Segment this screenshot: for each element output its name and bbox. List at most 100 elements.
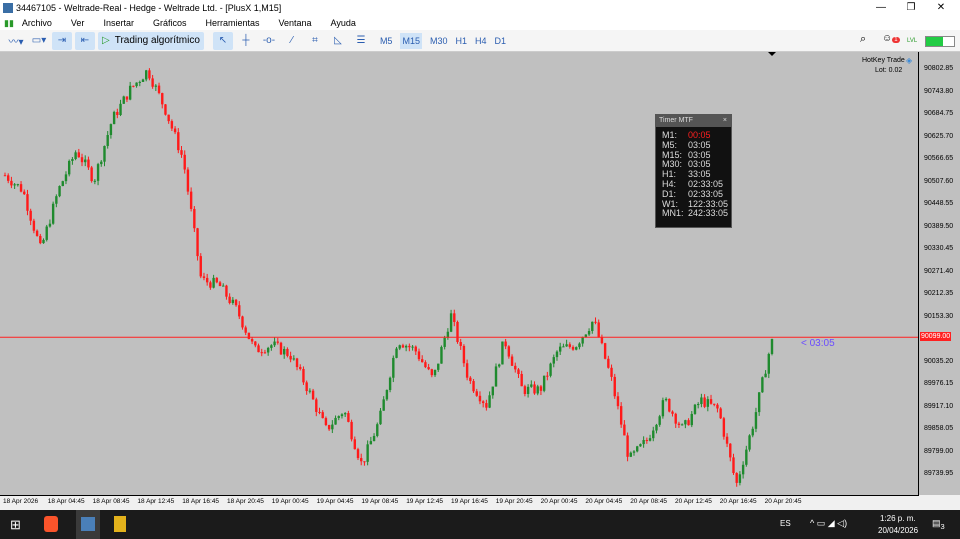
time-tick: 19 Apr 20:45: [495, 498, 533, 505]
autoscroll-icon[interactable]: ⇥: [52, 31, 72, 50]
channel-icon[interactable]: ◺: [328, 32, 348, 50]
candle-body: [234, 299, 238, 306]
candle-body: [453, 313, 456, 322]
candle-body: [443, 337, 446, 347]
candle-body: [433, 369, 437, 376]
menu-graficos[interactable]: Gráficos: [153, 18, 187, 28]
fibonacci-icon[interactable]: ☰: [351, 32, 371, 50]
menu-archivo[interactable]: Archivo: [22, 18, 52, 28]
candle-body: [594, 321, 597, 323]
candle-body: [337, 416, 340, 418]
app-taskbar-icon[interactable]: [114, 516, 126, 532]
candle-body: [289, 355, 292, 360]
candle-body: [3, 175, 7, 177]
candle-body: [145, 70, 148, 80]
price-tick: 90448.55: [924, 200, 954, 207]
price-tick: 90566.65: [924, 155, 954, 162]
candle-body: [658, 416, 661, 425]
tf-m5[interactable]: M5: [380, 36, 393, 46]
maximize-button[interactable]: ❐: [896, 0, 926, 16]
candle-body: [161, 93, 164, 105]
candle-body: [764, 373, 767, 378]
minimize-button[interactable]: —: [866, 0, 896, 16]
algo-trading-button[interactable]: ▷ Trading algorítmico: [98, 31, 204, 50]
candle-body: [597, 322, 600, 338]
menu-bar: ▮▮ Archivo Ver Insertar Gráficos Herrami…: [0, 16, 960, 30]
menu-ayuda[interactable]: Ayuda: [331, 18, 356, 28]
candle-body: [629, 452, 632, 457]
metatrader-taskbar-item[interactable]: [76, 510, 100, 539]
candle-body: [684, 420, 687, 425]
tf-h4[interactable]: H4: [475, 36, 487, 46]
candle-body: [366, 444, 369, 462]
price-tick: 89858.05: [924, 425, 954, 432]
candle-body: [61, 181, 64, 187]
connection-bar: [925, 36, 955, 47]
candle-body: [51, 203, 55, 224]
notifications-center-icon[interactable]: ▤3: [932, 518, 945, 531]
windows-start-icon[interactable]: ⊞: [10, 517, 21, 533]
candle-body: [26, 194, 29, 211]
templates-dropdown[interactable]: ▭▾: [29, 32, 49, 50]
candle-body: [642, 440, 645, 445]
candle-body: [696, 404, 700, 406]
candle-body: [39, 235, 42, 244]
candle-body: [398, 345, 401, 349]
menu-insertar[interactable]: Insertar: [103, 18, 134, 28]
timer-close-icon[interactable]: ×: [723, 115, 727, 127]
candle-body: [299, 367, 302, 369]
candle-body: [636, 446, 639, 452]
candle-body: [655, 424, 658, 431]
tf-h1[interactable]: H1: [455, 36, 467, 46]
language-indicator[interactable]: ES: [780, 519, 791, 528]
horizontal-line-icon[interactable]: -o-: [259, 32, 279, 50]
candle-body: [523, 386, 527, 395]
hotkey-settings-icon[interactable]: ◈: [906, 56, 912, 65]
rectangle-icon[interactable]: ⌗: [305, 32, 325, 50]
candle-body: [23, 191, 26, 195]
candle-body: [382, 399, 385, 411]
trendline-icon[interactable]: ⁄: [282, 32, 302, 50]
menu-ventana[interactable]: Ventana: [279, 18, 312, 28]
candle-body: [180, 150, 183, 155]
tf-d1[interactable]: D1: [495, 36, 507, 46]
tray-icons[interactable]: ^ ▭ ◢ ◁): [810, 518, 847, 529]
price-tick: 90271.40: [924, 267, 954, 275]
candle-body: [283, 348, 286, 355]
close-button[interactable]: ✕: [926, 0, 956, 16]
brave-browser-icon[interactable]: [44, 516, 58, 532]
candle-body: [462, 345, 466, 364]
menu-ver[interactable]: Ver: [71, 18, 85, 28]
candle-body: [170, 121, 174, 129]
candle-body: [369, 441, 373, 445]
price-tick: 90153.30: [924, 312, 954, 320]
candle-body: [202, 276, 206, 278]
candle-body: [600, 337, 604, 344]
clock-date[interactable]: 20/04/2026: [878, 526, 918, 535]
candle-body: [427, 367, 430, 370]
crosshair-icon[interactable]: ┼: [236, 32, 256, 50]
candle-body: [295, 358, 299, 368]
chart-area[interactable]: [0, 52, 960, 495]
candle-body: [578, 343, 581, 348]
chart-shift-icon[interactable]: ⇤: [75, 31, 95, 50]
notifications-icon[interactable]: ☺ 1: [882, 33, 900, 44]
time-tick: 20 Apr 20:45: [764, 498, 802, 505]
cursor-icon[interactable]: ↖: [212, 31, 233, 50]
clock-time[interactable]: 1:26 p. m.: [880, 514, 916, 523]
menu-herramientas[interactable]: Herramientas: [205, 18, 259, 28]
candle-body: [465, 363, 469, 378]
tf-m30[interactable]: M30: [430, 36, 448, 46]
candle-body: [680, 424, 684, 426]
tf-m15[interactable]: M15: [400, 32, 422, 49]
candle-body: [16, 184, 20, 186]
chart-shift-marker[interactable]: [768, 52, 776, 60]
chart-type-dropdown[interactable]: 〰▾: [6, 32, 26, 50]
search-icon[interactable]: ⌕: [860, 33, 866, 46]
candle-body: [218, 282, 222, 287]
candle-body: [263, 352, 267, 354]
candle-body: [7, 175, 10, 181]
candle-body: [424, 362, 427, 368]
price-tick: 90389.50: [924, 222, 954, 230]
price-tick: 89739.95: [924, 470, 954, 477]
